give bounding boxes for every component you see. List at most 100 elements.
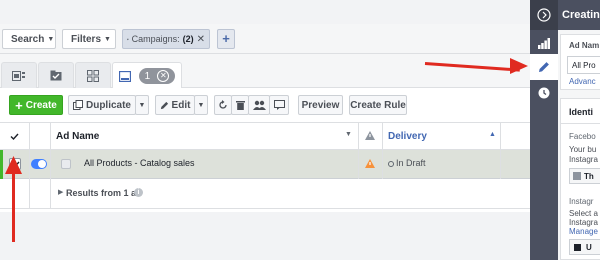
- ads-manager-screen: Search ▼ Filters ▼ Campaigns: (2) ✕ + 1 …: [0, 0, 600, 260]
- col-delivery[interactable]: Delivery: [388, 131, 427, 142]
- identity-label: Identi: [569, 107, 593, 117]
- results-summary-row: ▶ Results from 1 ad i: [0, 179, 530, 209]
- advanced-link[interactable]: Advanc: [569, 77, 596, 86]
- preview-button[interactable]: Preview: [298, 95, 343, 115]
- tab-ads[interactable]: 1 ✕: [112, 62, 182, 89]
- instagram-help: Select a: [569, 209, 598, 218]
- bar-chart-icon: [538, 37, 550, 49]
- pencil-icon: [539, 62, 549, 72]
- ad-name-label: Ad Nam: [569, 41, 600, 50]
- page-icon: [573, 172, 581, 180]
- ad-editor-panel: Creating Ad Nam All Pro Advanc Identi Fa…: [558, 0, 600, 260]
- use-page-button[interactable]: U: [569, 239, 600, 255]
- ads-table: Ad Name ▼ Delivery ▲ All Products - Cata…: [0, 122, 530, 212]
- manage-link[interactable]: Manage: [569, 227, 598, 236]
- edit-button[interactable]: Edit: [155, 95, 195, 115]
- ad-status-toggle[interactable]: [31, 159, 47, 169]
- campaign-icon: [127, 38, 129, 40]
- create-label: Create: [25, 99, 57, 111]
- folder-check-icon: [50, 70, 62, 81]
- trash-icon: [235, 101, 245, 110]
- edit-label: Edit: [171, 99, 191, 111]
- create-button[interactable]: + Create: [9, 95, 63, 115]
- table-header: Ad Name ▼ Delivery ▲: [0, 123, 530, 150]
- search-button[interactable]: Search ▼: [2, 29, 56, 49]
- editor-nav-top: [530, 0, 558, 30]
- instagram-help-2: Instagra: [569, 218, 598, 227]
- chevron-down-icon: ▼: [138, 101, 146, 109]
- tab-ad-sets[interactable]: [75, 62, 111, 88]
- level-tabs: 1 ✕: [0, 54, 530, 89]
- ad-thumbnail: [61, 159, 71, 169]
- ad-icon: [119, 70, 131, 82]
- selected-count: 1: [144, 70, 151, 82]
- facebook-page-select[interactable]: Th: [569, 168, 600, 184]
- check-icon: [10, 133, 19, 141]
- tab-account[interactable]: [1, 62, 37, 88]
- nav-history[interactable]: [530, 80, 558, 106]
- ad-name-card: Ad Nam All Pro Advanc: [560, 34, 600, 90]
- refresh-button[interactable]: [214, 95, 232, 115]
- selected-count-badge[interactable]: 1 ✕: [139, 68, 175, 84]
- pencil-icon: [160, 101, 168, 109]
- delivery-status: In Draft: [396, 158, 426, 168]
- duplicate-dropdown[interactable]: ▼: [135, 95, 149, 115]
- delete-button[interactable]: [231, 95, 249, 115]
- campaign-chip-count: (2): [182, 34, 194, 44]
- results-label: Results from 1 ad: [66, 188, 142, 198]
- ad-name-text[interactable]: All Products - Catalog sales: [84, 158, 195, 168]
- table-row[interactable]: All Products - Catalog sales In Draft: [0, 150, 530, 179]
- col-ad-name[interactable]: Ad Name: [56, 131, 99, 142]
- annotation-arrowhead-up: [5, 156, 22, 174]
- create-rule-button[interactable]: Create Rule: [349, 95, 407, 115]
- sort-asc-icon[interactable]: ▲: [489, 131, 496, 138]
- duplicate-label: Duplicate: [85, 99, 131, 111]
- chevron-down-icon[interactable]: ▼: [345, 131, 352, 138]
- column-divider: [382, 123, 383, 179]
- chevron-down-icon: ▼: [104, 35, 111, 43]
- use-page-label: U: [586, 243, 592, 252]
- comment-icon: [273, 100, 285, 110]
- campaign-chip-label: Campaigns:: [131, 34, 180, 44]
- column-divider: [358, 123, 359, 179]
- filter-bar: Search ▼ Filters ▼ Campaigns: (2) ✕ +: [0, 24, 530, 54]
- facebook-page-label: Facebo: [569, 132, 596, 141]
- edit-dropdown[interactable]: ▼: [194, 95, 208, 115]
- info-icon[interactable]: i: [134, 188, 143, 197]
- duplicate-icon: [72, 100, 83, 110]
- editor-nav: [530, 0, 558, 260]
- people-icon: [252, 100, 266, 110]
- audience-button[interactable]: [248, 95, 270, 115]
- search-label: Search: [11, 33, 45, 45]
- panel-title: Creating: [558, 0, 600, 30]
- add-filter-button[interactable]: +: [217, 29, 235, 49]
- filters-button[interactable]: Filters ▼: [62, 29, 116, 49]
- collapse-icon[interactable]: [537, 8, 551, 22]
- close-icon[interactable]: ✕: [197, 34, 205, 45]
- chevron-down-icon: ▼: [47, 35, 55, 43]
- duplicate-button[interactable]: Duplicate: [68, 95, 136, 115]
- divider: [561, 123, 600, 124]
- facebook-page-help: Your bu: [569, 145, 597, 154]
- selected-row-indicator: [0, 150, 3, 179]
- column-divider: [50, 123, 51, 209]
- plus-icon: +: [15, 97, 23, 113]
- campaign-filter-chip[interactable]: Campaigns: (2) ✕: [122, 29, 210, 49]
- warning-icon[interactable]: [365, 159, 375, 168]
- grid-icon: [87, 69, 99, 82]
- annotation-arrow-shaft: [12, 170, 15, 242]
- toolbar: + Create Duplicate ▼ Edit ▼ Preview Crea…: [0, 88, 530, 122]
- share-preview-button[interactable]: [269, 95, 289, 115]
- facebook-page-help-2: Instagra: [569, 155, 598, 164]
- ad-name-input[interactable]: All Pro: [567, 56, 600, 74]
- select-all-checkbox[interactable]: [9, 131, 20, 142]
- chevron-down-icon: ▼: [197, 101, 205, 109]
- account-overview-icon: [12, 70, 25, 81]
- nav-campaign-insights[interactable]: [530, 30, 558, 56]
- tab-campaigns[interactable]: [38, 62, 74, 88]
- page-icon: [574, 244, 581, 251]
- nav-edit[interactable]: [530, 54, 558, 80]
- facebook-page-value: Th: [584, 172, 594, 181]
- expand-arrow-icon[interactable]: ▶: [58, 188, 63, 196]
- close-icon[interactable]: ✕: [157, 70, 170, 82]
